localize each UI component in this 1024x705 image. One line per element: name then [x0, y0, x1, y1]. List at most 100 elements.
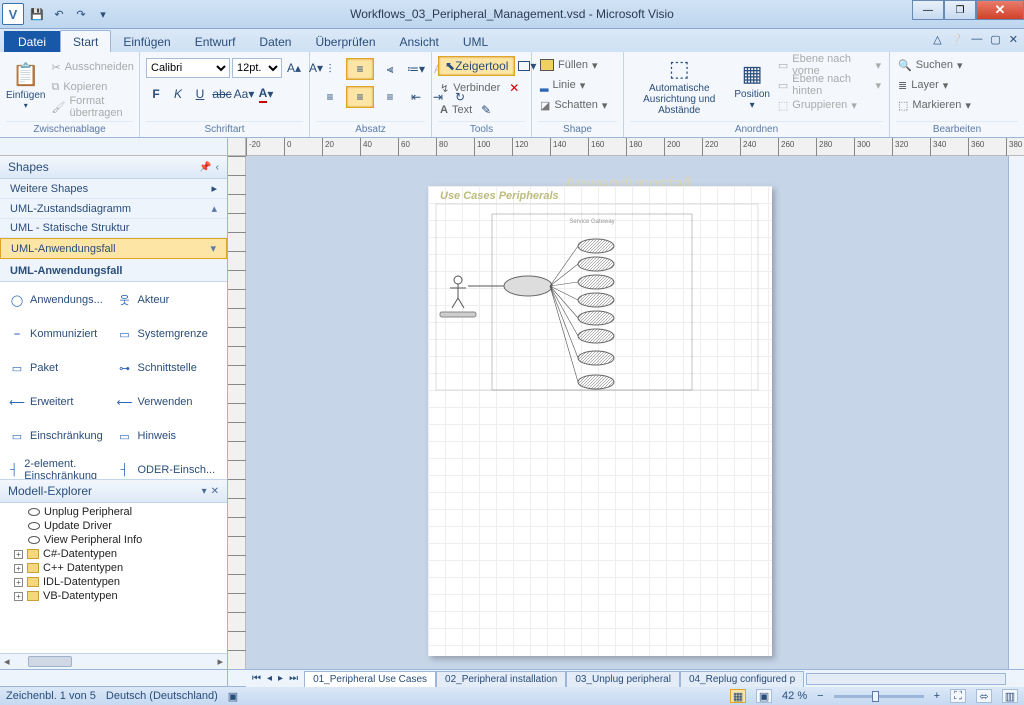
tab-review[interactable]: Überprüfen — [303, 31, 387, 52]
ribbon-minimize[interactable]: △ — [933, 33, 941, 46]
tree-leaf[interactable]: View Peripheral Info — [4, 533, 223, 547]
shape-item[interactable]: ┤2-element. Einschränkung — [8, 456, 112, 480]
sheet-tab-4[interactable]: 04_Replug configured p — [680, 671, 804, 687]
sheet-tab-2[interactable]: 02_Peripheral installation — [436, 671, 566, 687]
underline-button[interactable]: U — [190, 84, 210, 104]
shape-item[interactable]: ┤ODER-Einsch... — [116, 456, 220, 480]
expand-icon[interactable]: + — [14, 564, 23, 573]
connector-tool[interactable]: ↯ Verbinder — [438, 79, 502, 97]
stencil-state[interactable]: UML-Zustandsdiagramm▴ — [0, 199, 227, 219]
sheet-tab-1[interactable]: 01_Peripheral Use Cases — [304, 671, 436, 687]
align-top[interactable]: ⫶ — [316, 58, 344, 80]
shape-item[interactable]: ⊶Schnittstelle — [116, 354, 220, 382]
italic-button[interactable]: K — [168, 84, 188, 104]
expand-icon[interactable]: + — [14, 578, 23, 587]
tree-folder[interactable]: +VB-Datentypen — [4, 589, 223, 603]
layer-button[interactable]: ≣ Layer ▾ — [896, 76, 950, 94]
position-button[interactable]: ▦ Position▾ — [732, 54, 771, 116]
sheet-nav-prev[interactable]: ◂ — [265, 673, 274, 684]
tree-leaf[interactable]: Update Driver — [4, 519, 223, 533]
help-icon[interactable]: ❔ — [950, 33, 964, 46]
view-fullscreen[interactable]: ▣ — [756, 689, 772, 703]
window-close[interactable]: ✕ — [976, 0, 1024, 20]
shape-item[interactable]: ⎯Kommuniziert — [8, 320, 112, 348]
tab-insert[interactable]: Einfügen — [111, 31, 182, 52]
cut-button[interactable]: ✂Ausschneiden — [49, 58, 135, 76]
sheet-tab-3[interactable]: 03_Unplug peripheral — [566, 671, 680, 687]
qat-customize[interactable]: ▾ — [94, 5, 112, 23]
qat-save[interactable]: 💾 — [28, 5, 46, 23]
ink-tool[interactable]: ✎ — [476, 100, 496, 120]
zoom-knob[interactable] — [872, 691, 879, 702]
pointer-tool[interactable]: ⬉ Zeigertool — [438, 56, 515, 76]
model-tree[interactable]: Unplug PeripheralUpdate DriverView Perip… — [0, 503, 227, 653]
group-button[interactable]: ⬚ Gruppieren ▾ — [776, 96, 883, 114]
stencil-static[interactable]: UML - Statische Struktur — [0, 219, 227, 238]
shape-item[interactable]: ▭Systemgrenze — [116, 320, 220, 348]
shape-item[interactable]: 웃Akteur — [116, 286, 220, 314]
font-name-combo[interactable]: Calibri — [146, 58, 230, 78]
window-minimize[interactable]: — — [912, 0, 944, 20]
format-painter-button[interactable]: 🖌Format übertragen — [49, 98, 135, 116]
stencil-usecase[interactable]: UML-Anwendungsfall▾ — [0, 238, 227, 259]
qat-undo[interactable]: ↶ — [50, 5, 68, 23]
explorer-close[interactable]: ✕ — [211, 486, 219, 497]
shadow-button[interactable]: ◪Schatten ▾ — [538, 96, 609, 114]
drawing-page[interactable]: Use Cases Peripherals Service Gateway — [428, 186, 772, 656]
align-center[interactable]: ≡ — [346, 86, 374, 108]
tree-folder[interactable]: +IDL-Datentypen — [4, 575, 223, 589]
tab-uml[interactable]: UML — [451, 31, 500, 52]
tab-data[interactable]: Daten — [247, 31, 303, 52]
tree-folder[interactable]: +C++ Datentypen — [4, 561, 223, 575]
grow-font[interactable]: A▴ — [284, 58, 304, 78]
copy-button[interactable]: ⧉Kopieren — [49, 78, 135, 96]
expand-icon[interactable]: + — [14, 592, 23, 601]
tab-start[interactable]: Start — [60, 30, 111, 52]
pane-menu[interactable]: ‹ — [216, 162, 219, 173]
line-button[interactable]: ▂Linie ▾ — [538, 76, 587, 94]
expand-icon[interactable]: + — [14, 550, 23, 559]
switch-windows[interactable]: ▥ — [1002, 689, 1018, 703]
canvas-hscroll[interactable] — [806, 673, 1006, 685]
shape-item[interactable]: ⟵Erweitert — [8, 388, 112, 416]
explorer-pin[interactable]: ▾ — [202, 486, 207, 497]
text-tool[interactable]: A Text — [438, 101, 474, 119]
status-lang[interactable]: Deutsch (Deutschland) — [106, 690, 218, 702]
hscroll-right[interactable]: ▸ — [217, 655, 223, 668]
zoom-in[interactable]: + — [934, 690, 940, 702]
paste-button[interactable]: 📋 Einfügen ▾ — [6, 54, 45, 116]
sheet-nav-next[interactable]: ▸ — [276, 673, 285, 684]
qat-redo[interactable]: ↷ — [72, 5, 90, 23]
case-button[interactable]: Aa▾ — [234, 84, 254, 104]
more-shapes-row[interactable]: Weitere Shapes▸ — [0, 179, 227, 199]
strike-button[interactable]: abc — [212, 84, 232, 104]
sheet-nav-last[interactable]: ⏭ — [287, 673, 300, 684]
find-button[interactable]: 🔍 Suchen ▾ — [896, 56, 965, 74]
explorer-hscroll[interactable]: ◂ ▸ — [0, 653, 227, 669]
window-maximize[interactable]: ❐ — [944, 0, 976, 20]
view-normal[interactable]: ▦ — [730, 689, 746, 703]
scroll-down-icon[interactable]: ▾ — [210, 242, 216, 255]
align-bottom[interactable]: ⫷ — [376, 58, 404, 80]
canvas-vscroll[interactable] — [1008, 156, 1024, 669]
select-button[interactable]: ⬚ Markieren ▾ — [896, 96, 973, 114]
align-middle[interactable]: ≡ — [346, 58, 374, 80]
pane-pin[interactable]: 📌 — [199, 162, 211, 173]
fill-button[interactable]: Füllen ▾ — [538, 56, 600, 74]
mdi-restore[interactable]: ▢ — [990, 33, 1000, 46]
shape-item[interactable]: ▭Hinweis — [116, 422, 220, 450]
zoom-slider[interactable] — [834, 695, 924, 698]
bold-button[interactable]: F — [146, 84, 166, 104]
shape-item[interactable]: ⟵Verwenden — [116, 388, 220, 416]
shape-item[interactable]: ▭Einschränkung — [8, 422, 112, 450]
tab-file[interactable]: Datei — [4, 31, 60, 52]
align-left[interactable]: ≡ — [316, 86, 344, 108]
auto-arrange-button[interactable]: ⬚ Automatische Ausrichtung und Abstände — [630, 54, 728, 116]
shape-item[interactable]: ▭Paket — [8, 354, 112, 382]
mdi-close[interactable]: ✕ — [1009, 33, 1018, 46]
sheet-nav-first[interactable]: ⏮ — [250, 673, 263, 684]
tab-design[interactable]: Entwurf — [183, 31, 248, 52]
tab-view[interactable]: Ansicht — [388, 31, 451, 52]
hscroll-thumb[interactable] — [28, 656, 72, 667]
align-right[interactable]: ≡ — [376, 86, 404, 108]
